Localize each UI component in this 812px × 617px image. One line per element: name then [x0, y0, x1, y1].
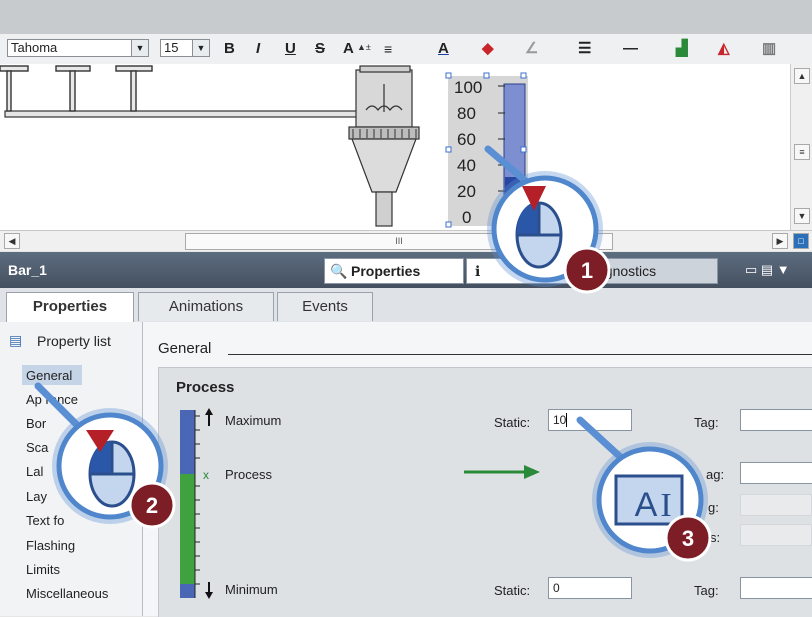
underline-button[interactable]: U: [285, 40, 296, 58]
process-tag-input[interactable]: [740, 462, 812, 484]
dropdown-arrow-icon[interactable]: ▲±: [357, 42, 371, 52]
property-list-label[interactable]: Property list: [37, 333, 111, 349]
scroll-up-icon[interactable]: ▲: [794, 68, 810, 84]
window-controls-icon[interactable]: ▭ ▤ ▼: [745, 262, 790, 278]
callout-2: 2: [34, 382, 176, 529]
minimum-label: Minimum: [225, 582, 278, 597]
callout-number: 2: [146, 493, 158, 518]
italic-button[interactable]: I: [256, 40, 260, 58]
max-static-label: Static:: [494, 415, 531, 430]
disabled-field: [740, 524, 812, 546]
process-label: Process: [225, 467, 272, 482]
tab-label: Events: [302, 298, 348, 315]
section-divider: [228, 354, 812, 355]
nav-item-limits[interactable]: Limits: [26, 562, 60, 577]
callout-3: A I 3: [576, 416, 712, 562]
min-static-value: 0: [553, 581, 560, 595]
callout-number: 3: [682, 526, 694, 551]
svg-text:I: I: [660, 487, 671, 524]
scroll-left-icon[interactable]: ◀: [4, 233, 20, 249]
horizontal-scrollbar[interactable]: ◀ III ▶ □: [0, 230, 812, 251]
screen-canvas[interactable]: 100 80 60 40 20 0: [0, 64, 790, 230]
min-tag-label: Tag:: [694, 583, 719, 598]
min-static-input[interactable]: 0: [548, 577, 632, 599]
font-size-select[interactable]: 15 ▼: [160, 39, 210, 57]
callout-number: 1: [581, 258, 593, 283]
font-size-value: 15: [164, 40, 179, 55]
line-style-icon[interactable]: ☰: [578, 40, 591, 58]
nav-item-miscellaneous[interactable]: Miscellaneous: [26, 586, 108, 601]
chevron-down-icon[interactable]: ▼: [131, 40, 148, 56]
arrow-right-icon: [464, 465, 540, 479]
svg-text:x: x: [203, 468, 209, 482]
zoom-window-icon[interactable]: □: [793, 233, 809, 249]
chevron-down-icon[interactable]: ▼: [192, 40, 209, 56]
scroll-right-icon[interactable]: ▶: [772, 233, 788, 249]
callout-1: 1: [484, 145, 611, 294]
tab-animations[interactable]: Animations: [138, 292, 274, 321]
title-band: [0, 0, 812, 34]
font-grow-button[interactable]: A: [343, 40, 354, 58]
scroll-thumb-icon[interactable]: ≡: [794, 144, 810, 160]
line-width-icon[interactable]: —: [623, 40, 638, 58]
fill-color-icon[interactable]: ◆: [482, 40, 494, 58]
shape-color-icon[interactable]: ▟: [676, 40, 688, 58]
scale-label: 100: [454, 78, 482, 97]
disabled-field: [740, 494, 812, 516]
magnifier-icon: 🔍: [330, 263, 348, 279]
vertical-scrollbar[interactable]: ▲ ≡ ▼: [790, 64, 812, 230]
svg-text:A: A: [635, 486, 658, 524]
min-tag-input[interactable]: [740, 577, 812, 599]
bold-button[interactable]: B: [224, 40, 235, 58]
columns-icon[interactable]: ▥: [762, 40, 776, 58]
align-icon[interactable]: ≡: [384, 40, 392, 58]
text-color-button[interactable]: A: [438, 40, 449, 58]
min-static-label: Static:: [494, 583, 531, 598]
max-static-value: 10: [553, 413, 567, 427]
scroll-grip: III: [395, 236, 403, 246]
object-name: Bar_1: [8, 262, 47, 278]
pattern-icon[interactable]: ◭: [718, 40, 730, 58]
scale-label: 80: [457, 104, 476, 123]
line-color-icon[interactable]: ∠: [525, 40, 538, 58]
font-name-select[interactable]: Tahoma ▼: [7, 39, 149, 57]
tab-events[interactable]: Events: [277, 292, 373, 321]
tab-label: Properties: [32, 298, 108, 315]
maximum-label: Maximum: [225, 413, 282, 428]
tab-label: Animations: [168, 298, 244, 315]
tab-properties-sub[interactable]: Properties: [6, 292, 134, 323]
max-tag-input[interactable]: [740, 409, 812, 431]
scroll-down-icon[interactable]: ▼: [794, 208, 810, 224]
tab-properties[interactable]: 🔍 Properties: [324, 258, 464, 284]
nav-item-flashing[interactable]: Flashing: [26, 538, 75, 553]
tab-properties-label: Properties: [351, 263, 421, 279]
strikethrough-button[interactable]: S: [315, 40, 325, 58]
font-name-value: Tahoma: [11, 40, 58, 55]
plant-graphic: 100 80 60 40 20 0: [0, 65, 528, 228]
property-list-icon: ▤: [9, 332, 23, 348]
section-title-general: General: [158, 340, 212, 357]
format-toolbar: Tahoma ▼ 15 ▼ B I U S A ▲± ≡ A ◆ ∠ ☰ — ▟…: [0, 34, 812, 65]
